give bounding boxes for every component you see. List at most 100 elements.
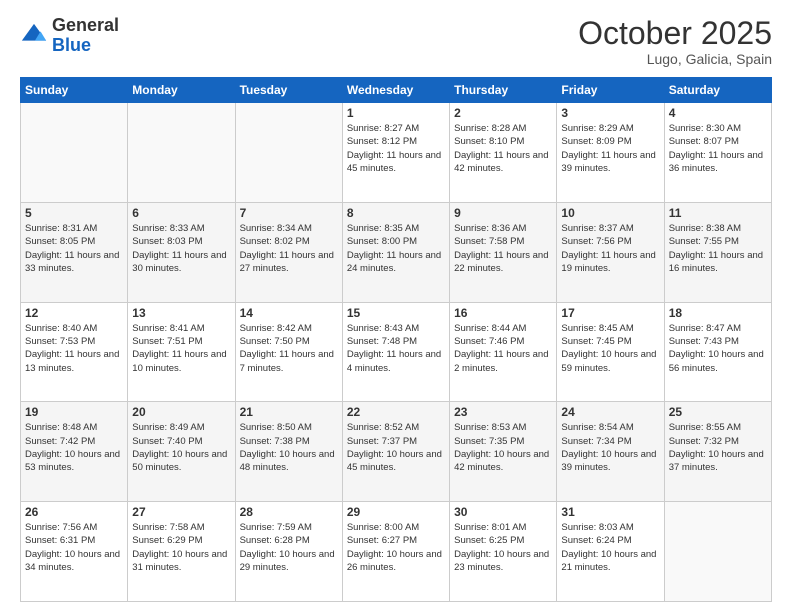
day-info: Sunrise: 8:44 AM Sunset: 7:46 PM Dayligh…	[454, 322, 552, 375]
calendar-cell: 23 Sunrise: 8:53 AM Sunset: 7:35 PM Dayli…	[450, 402, 557, 502]
title-block: October 2025 Lugo, Galicia, Spain	[578, 16, 772, 67]
day-number: 31	[561, 505, 659, 519]
calendar-week-row: 1Sunrise: 8:27 AM Sunset: 8:12 PM Daylig…	[21, 103, 772, 203]
day-info: Sunrise: 8:48 AM Sunset: 7:42 PM Dayligh…	[25, 421, 123, 474]
calendar-week-row: 19 Sunrise: 8:48 AM Sunset: 7:42 PM Dayli…	[21, 402, 772, 502]
day-info: Sunrise: 8:35 AM Sunset: 8:00 PM Dayligh…	[347, 222, 445, 275]
col-header-wednesday: Wednesday	[342, 78, 449, 103]
calendar-cell: 18 Sunrise: 8:47 AM Sunset: 7:43 PM Dayli…	[664, 302, 771, 402]
calendar-cell: 13 Sunrise: 8:41 AM Sunset: 7:51 PM Dayli…	[128, 302, 235, 402]
header: General Blue October 2025 Lugo, Galicia,…	[20, 16, 772, 67]
calendar-week-row: 12 Sunrise: 8:40 AM Sunset: 7:53 PM Dayli…	[21, 302, 772, 402]
day-number: 5	[25, 206, 123, 220]
calendar-cell: 15Sunrise: 8:43 AM Sunset: 7:48 PM Dayli…	[342, 302, 449, 402]
calendar-cell: 30 Sunrise: 8:01 AM Sunset: 6:25 PM Dayli…	[450, 502, 557, 602]
calendar-cell: 25Sunrise: 8:55 AM Sunset: 7:32 PM Dayli…	[664, 402, 771, 502]
day-info: Sunrise: 8:28 AM Sunset: 8:10 PM Dayligh…	[454, 122, 552, 175]
day-number: 17	[561, 306, 659, 320]
day-info: Sunrise: 8:37 AM Sunset: 7:56 PM Dayligh…	[561, 222, 659, 275]
day-info: Sunrise: 7:59 AM Sunset: 6:28 PM Dayligh…	[240, 521, 338, 574]
calendar-cell: 27 Sunrise: 7:58 AM Sunset: 6:29 PM Dayli…	[128, 502, 235, 602]
calendar-cell	[128, 103, 235, 203]
day-info: Sunrise: 8:29 AM Sunset: 8:09 PM Dayligh…	[561, 122, 659, 175]
day-info: Sunrise: 8:01 AM Sunset: 6:25 PM Dayligh…	[454, 521, 552, 574]
calendar-week-row: 26 Sunrise: 7:56 AM Sunset: 6:31 PM Dayli…	[21, 502, 772, 602]
day-info: Sunrise: 7:58 AM Sunset: 6:29 PM Dayligh…	[132, 521, 230, 574]
logo-general: General	[52, 15, 119, 35]
calendar-cell: 1Sunrise: 8:27 AM Sunset: 8:12 PM Daylig…	[342, 103, 449, 203]
day-info: Sunrise: 8:47 AM Sunset: 7:43 PM Dayligh…	[669, 322, 767, 375]
day-info: Sunrise: 8:36 AM Sunset: 7:58 PM Dayligh…	[454, 222, 552, 275]
calendar-cell: 7 Sunrise: 8:34 AM Sunset: 8:02 PM Daylig…	[235, 202, 342, 302]
day-number: 28	[240, 505, 338, 519]
calendar-cell: 17Sunrise: 8:45 AM Sunset: 7:45 PM Dayli…	[557, 302, 664, 402]
day-number: 10	[561, 206, 659, 220]
calendar-cell: 5Sunrise: 8:31 AM Sunset: 8:05 PM Daylig…	[21, 202, 128, 302]
day-info: Sunrise: 8:50 AM Sunset: 7:38 PM Dayligh…	[240, 421, 338, 474]
day-number: 21	[240, 405, 338, 419]
col-header-tuesday: Tuesday	[235, 78, 342, 103]
day-number: 3	[561, 106, 659, 120]
day-info: Sunrise: 8:42 AM Sunset: 7:50 PM Dayligh…	[240, 322, 338, 375]
calendar-cell: 16 Sunrise: 8:44 AM Sunset: 7:46 PM Dayli…	[450, 302, 557, 402]
day-number: 23	[454, 405, 552, 419]
calendar-cell: 31 Sunrise: 8:03 AM Sunset: 6:24 PM Dayli…	[557, 502, 664, 602]
calendar-week-row: 5Sunrise: 8:31 AM Sunset: 8:05 PM Daylig…	[21, 202, 772, 302]
logo: General Blue	[20, 16, 119, 56]
day-info: Sunrise: 8:00 AM Sunset: 6:27 PM Dayligh…	[347, 521, 445, 574]
day-number: 9	[454, 206, 552, 220]
day-info: Sunrise: 8:33 AM Sunset: 8:03 PM Dayligh…	[132, 222, 230, 275]
col-header-sunday: Sunday	[21, 78, 128, 103]
day-info: Sunrise: 8:54 AM Sunset: 7:34 PM Dayligh…	[561, 421, 659, 474]
day-number: 13	[132, 306, 230, 320]
day-number: 24	[561, 405, 659, 419]
day-number: 30	[454, 505, 552, 519]
day-info: Sunrise: 7:56 AM Sunset: 6:31 PM Dayligh…	[25, 521, 123, 574]
day-number: 29	[347, 505, 445, 519]
calendar-cell	[21, 103, 128, 203]
day-number: 19	[25, 405, 123, 419]
day-info: Sunrise: 8:34 AM Sunset: 8:02 PM Dayligh…	[240, 222, 338, 275]
calendar-cell: 6Sunrise: 8:33 AM Sunset: 8:03 PM Daylig…	[128, 202, 235, 302]
logo-text: General Blue	[52, 16, 119, 56]
calendar-cell: 26 Sunrise: 7:56 AM Sunset: 6:31 PM Dayli…	[21, 502, 128, 602]
day-info: Sunrise: 8:03 AM Sunset: 6:24 PM Dayligh…	[561, 521, 659, 574]
logo-icon	[20, 22, 48, 50]
calendar-cell: 22 Sunrise: 8:52 AM Sunset: 7:37 PM Dayli…	[342, 402, 449, 502]
day-info: Sunrise: 8:49 AM Sunset: 7:40 PM Dayligh…	[132, 421, 230, 474]
day-info: Sunrise: 8:41 AM Sunset: 7:51 PM Dayligh…	[132, 322, 230, 375]
day-number: 2	[454, 106, 552, 120]
logo-blue: Blue	[52, 35, 91, 55]
day-info: Sunrise: 8:53 AM Sunset: 7:35 PM Dayligh…	[454, 421, 552, 474]
day-number: 26	[25, 505, 123, 519]
calendar-cell: 28 Sunrise: 7:59 AM Sunset: 6:28 PM Dayli…	[235, 502, 342, 602]
calendar-cell: 2 Sunrise: 8:28 AM Sunset: 8:10 PM Daylig…	[450, 103, 557, 203]
calendar-cell	[664, 502, 771, 602]
day-number: 11	[669, 206, 767, 220]
col-header-friday: Friday	[557, 78, 664, 103]
calendar-cell: 19 Sunrise: 8:48 AM Sunset: 7:42 PM Dayli…	[21, 402, 128, 502]
page: General Blue October 2025 Lugo, Galicia,…	[0, 0, 792, 612]
day-number: 14	[240, 306, 338, 320]
col-header-monday: Monday	[128, 78, 235, 103]
calendar-header-row: SundayMondayTuesdayWednesdayThursdayFrid…	[21, 78, 772, 103]
calendar-cell: 20Sunrise: 8:49 AM Sunset: 7:40 PM Dayli…	[128, 402, 235, 502]
day-number: 7	[240, 206, 338, 220]
day-info: Sunrise: 8:40 AM Sunset: 7:53 PM Dayligh…	[25, 322, 123, 375]
calendar-cell: 14 Sunrise: 8:42 AM Sunset: 7:50 PM Dayli…	[235, 302, 342, 402]
day-number: 16	[454, 306, 552, 320]
col-header-thursday: Thursday	[450, 78, 557, 103]
day-number: 8	[347, 206, 445, 220]
calendar-cell: 11Sunrise: 8:38 AM Sunset: 7:55 PM Dayli…	[664, 202, 771, 302]
calendar-cell: 3 Sunrise: 8:29 AM Sunset: 8:09 PM Daylig…	[557, 103, 664, 203]
calendar-cell: 9 Sunrise: 8:36 AM Sunset: 7:58 PM Daylig…	[450, 202, 557, 302]
day-info: Sunrise: 8:52 AM Sunset: 7:37 PM Dayligh…	[347, 421, 445, 474]
day-number: 18	[669, 306, 767, 320]
day-number: 27	[132, 505, 230, 519]
calendar-cell: 4Sunrise: 8:30 AM Sunset: 8:07 PM Daylig…	[664, 103, 771, 203]
day-number: 12	[25, 306, 123, 320]
location: Lugo, Galicia, Spain	[578, 51, 772, 67]
day-info: Sunrise: 8:43 AM Sunset: 7:48 PM Dayligh…	[347, 322, 445, 375]
calendar-table: SundayMondayTuesdayWednesdayThursdayFrid…	[20, 77, 772, 602]
day-number: 22	[347, 405, 445, 419]
